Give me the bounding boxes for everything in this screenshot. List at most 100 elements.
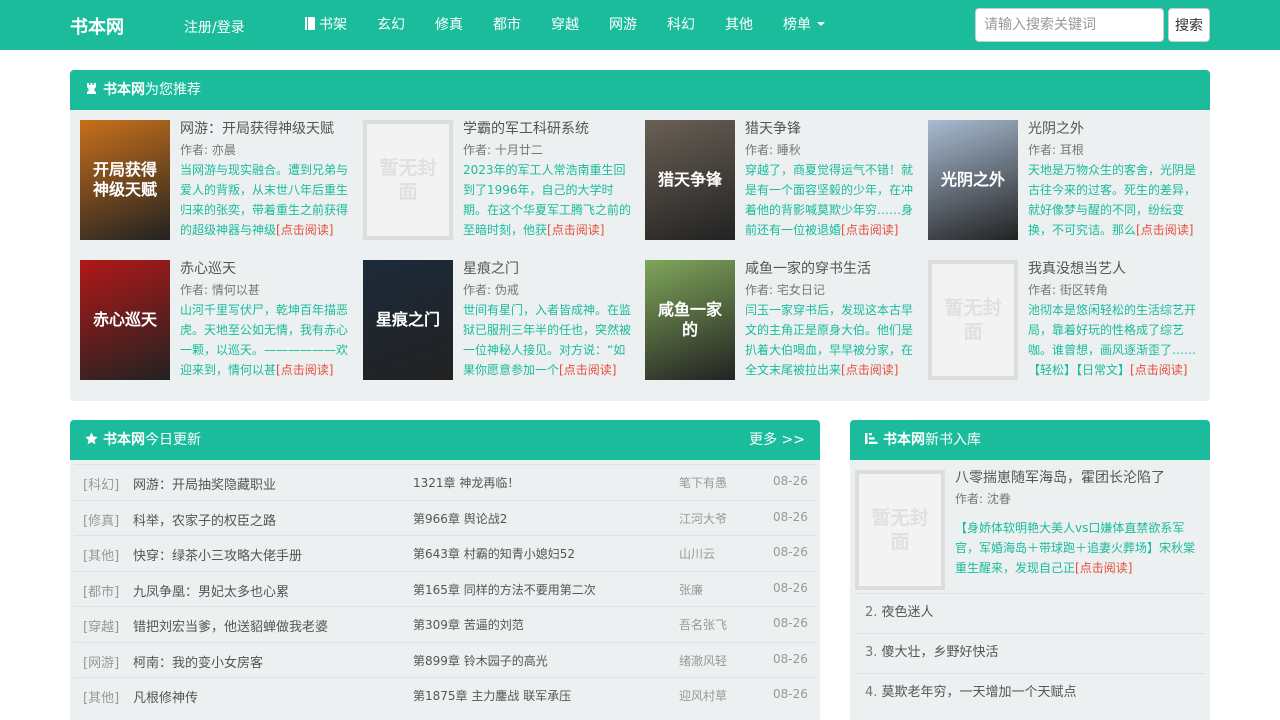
row-author: 山川云 [679, 547, 716, 561]
book-cover-placeholder[interactable]: 暂无封面 [855, 470, 945, 590]
nav-item-dushi[interactable]: 都市 [478, 0, 536, 50]
row-book-name[interactable]: 九凤争凰：男妃太多也心累 [133, 581, 289, 600]
book-title[interactable]: 光阴之外 [1028, 118, 1084, 138]
row-author: 吾名张飞 [679, 618, 728, 632]
book-title[interactable]: 网游：开局获得神级天赋 [180, 118, 334, 138]
newbooks-panel-header: 书本网新书入库 [850, 420, 1210, 460]
read-link[interactable]: [点击阅读] [559, 363, 616, 377]
row-book-name[interactable]: 科举，农家子的权臣之路 [133, 510, 276, 529]
table-row: [穿越] 错把刘宏当爹，他送貂蝉做我老婆 第309章 苦逼的刘范 吾名张飞 08-26 [74, 606, 816, 642]
list-item-number: 2. [865, 605, 878, 620]
book-cover[interactable]: 光阴之外 [928, 120, 1018, 240]
panel-title: 今日更新 [145, 432, 201, 448]
row-book-name[interactable]: 网游：开局抽奖隐藏职业 [133, 474, 276, 493]
nav-item-bookshelf[interactable]: 书架 [290, 0, 362, 50]
read-link[interactable]: [点击阅读] [841, 363, 898, 377]
row-category[interactable]: [科幻] [83, 474, 119, 493]
nav-item-qita[interactable]: 其他 [710, 0, 768, 50]
list-item-title[interactable]: 夜色迷人 [882, 605, 934, 620]
cover-title-art: 赤心巡天 [92, 310, 157, 329]
book-title[interactable]: 学霸的军工科研系统 [463, 118, 589, 138]
row-category[interactable]: [都市] [83, 581, 119, 600]
row-chapter[interactable]: 第899章 铃木园子的高光 [413, 652, 548, 669]
list-item[interactable]: 3. 傻大壮，乡野好快活 [855, 633, 1205, 673]
row-date: 08-26 [773, 687, 808, 701]
nav-item-xuanhuan[interactable]: 玄幻 [362, 0, 420, 50]
sort-list-icon [865, 433, 878, 444]
login-register-link[interactable]: 注册/登录 [184, 17, 245, 37]
row-book-name[interactable]: 错把刘宏当爹，他送貂蝉做我老婆 [133, 616, 328, 635]
read-link[interactable]: [点击阅读] [841, 223, 898, 237]
caret-down-icon [817, 22, 825, 26]
book-title[interactable]: 八零揣崽随军海岛，霍团长沦陷了 [955, 467, 1165, 487]
list-item[interactable]: 2. 夜色迷人 [855, 593, 1205, 633]
book-cover[interactable]: 星痕之门 [363, 260, 453, 380]
book-title[interactable]: 赤心巡天 [180, 258, 236, 278]
row-chapter[interactable]: 1321章 神龙再临！ [413, 474, 519, 491]
table-row: [都市] 九凤争凰：男妃太多也心累 第165章 同样的方法不要用第二次 张廉 08-26 [74, 570, 816, 607]
panel-brand: 书本网 [883, 432, 925, 448]
book-cover-placeholder[interactable]: 暂无封面 [928, 260, 1018, 380]
more-updates-link[interactable]: 更多 >> [749, 420, 805, 460]
read-link[interactable]: [点击阅读] [276, 363, 333, 377]
nav-item-xiuzhen[interactable]: 修真 [420, 0, 478, 50]
list-item-number: 3. [865, 645, 878, 660]
book-description: 2023年的军工人常浩南重生回到了1996年，自己的大学时期。在这个华夏军工腾飞… [463, 160, 635, 240]
row-chapter[interactable]: 第165章 同样的方法不要用第二次 [413, 581, 596, 598]
book-description: 山河千里写伏尸，乾坤百年描恶虎。天地至公如无情，我有赤心一颗，以巡天。—————… [180, 300, 352, 380]
book-author: 作者: 耳根 [1028, 143, 1084, 157]
read-link[interactable]: [点击阅读] [1136, 223, 1193, 237]
book-title[interactable]: 我真没想当艺人 [1028, 258, 1126, 278]
row-category[interactable]: [其他] [83, 545, 119, 564]
row-chapter[interactable]: 第309章 苦逼的刘范 [413, 616, 524, 633]
book-description: 池彻本是悠闲轻松的生活综艺开局，靠着好玩的性格成了综艺咖。谁曾想，画风逐渐歪了…… [1028, 300, 1200, 380]
table-row: [网游] 柯南：我的变小女房客 第899章 铃木园子的高光 绪澈风轻 08-26 [74, 641, 816, 678]
row-book-name[interactable]: 柯南：我的变小女房客 [133, 652, 263, 671]
nav-item-label: 榜单 [783, 17, 811, 33]
row-book-name[interactable]: 快穿：绿茶小三攻略大佬手册 [133, 545, 302, 564]
search-input[interactable] [975, 8, 1164, 42]
list-item[interactable]: 4. 莫欺老年穷，一天增加一个天赋点 [855, 673, 1205, 713]
book-cover[interactable]: 猎天争锋 [645, 120, 735, 240]
read-link[interactable]: [点击阅读] [276, 223, 333, 237]
row-category[interactable]: [穿越] [83, 616, 119, 635]
row-category[interactable]: [网游] [83, 652, 119, 671]
list-item-title[interactable]: 傻大壮，乡野好快活 [882, 645, 999, 660]
row-book-name[interactable]: 凡根修神传 [133, 687, 198, 706]
nav-menu: 书架 玄幻 修真 都市 穿越 网游 科幻 其他 榜单 [290, 0, 840, 50]
row-chapter[interactable]: 第966章 舆论战2 [413, 510, 507, 527]
read-link[interactable]: [点击阅读] [547, 223, 604, 237]
book-author: 作者: 亦晨 [180, 143, 236, 157]
book-cover[interactable]: 开局获得神级天赋 [80, 120, 170, 240]
nav-item-rankings-dropdown[interactable]: 榜单 [768, 0, 840, 50]
row-category[interactable]: [其他] [83, 687, 119, 706]
book-cover[interactable]: 赤心巡天 [80, 260, 170, 380]
row-category[interactable]: [修真] [83, 510, 119, 529]
row-chapter[interactable]: 第1875章 主力鏖战 联军承压 [413, 687, 571, 704]
row-chapter[interactable]: 第643章 村霸的知青小媳妇52 [413, 545, 575, 562]
book-title[interactable]: 星痕之门 [463, 258, 519, 278]
row-author: 笔下有愚 [679, 476, 728, 490]
row-date: 08-26 [773, 474, 808, 488]
recommend-book-item: 赤心巡天 赤心巡天 作者: 情何以甚 山河千里写伏尸，乾坤百年描恶虎。天地至公如无情，… [80, 260, 355, 382]
search-button[interactable]: 搜索 [1168, 8, 1210, 42]
nav-item-kehuan[interactable]: 科幻 [652, 0, 710, 50]
row-date: 08-26 [773, 509, 808, 524]
star-icon [85, 432, 98, 445]
today-updates-panel: 书本网今日更新 更多 >> [科幻] 网游：开局抽奖隐藏职业 1321章 神龙再临！… [70, 420, 820, 720]
read-link[interactable]: [点击阅读] [1130, 363, 1187, 377]
book-title[interactable]: 咸鱼一家的穿书生活 [745, 258, 871, 278]
book-cover-placeholder[interactable]: 暂无封面 [363, 120, 453, 240]
nav-item-wangyou[interactable]: 网游 [594, 0, 652, 50]
book-title[interactable]: 猎天争锋 [745, 118, 801, 138]
read-link[interactable]: [点击阅读] [1075, 561, 1132, 575]
table-row: [其他] 凡根修神传 第1875章 主力鏖战 联军承压 迎风村草 08-26 [74, 677, 816, 713]
recommend-book-item: 暂无封面 学霸的军工科研系统 作者: 十月廿二 2023年的军工人常浩南重生回到了19… [363, 120, 638, 242]
book-cover[interactable]: 咸鱼一家的 [645, 260, 735, 380]
list-item-title[interactable]: 莫欺老年穷，一天增加一个天赋点 [882, 685, 1077, 700]
book-author: 作者: 街区转角 [1028, 283, 1108, 297]
book-author: 作者: 宅女日记 [745, 283, 825, 297]
site-brand[interactable]: 书本网 [70, 13, 124, 39]
book-description: 穿越了，商夏觉得运气不错！就是有一个面容坚毅的少年，在冲着他的背影喊莫欺少年穷…… [745, 160, 917, 240]
nav-item-chuanyue[interactable]: 穿越 [536, 0, 594, 50]
